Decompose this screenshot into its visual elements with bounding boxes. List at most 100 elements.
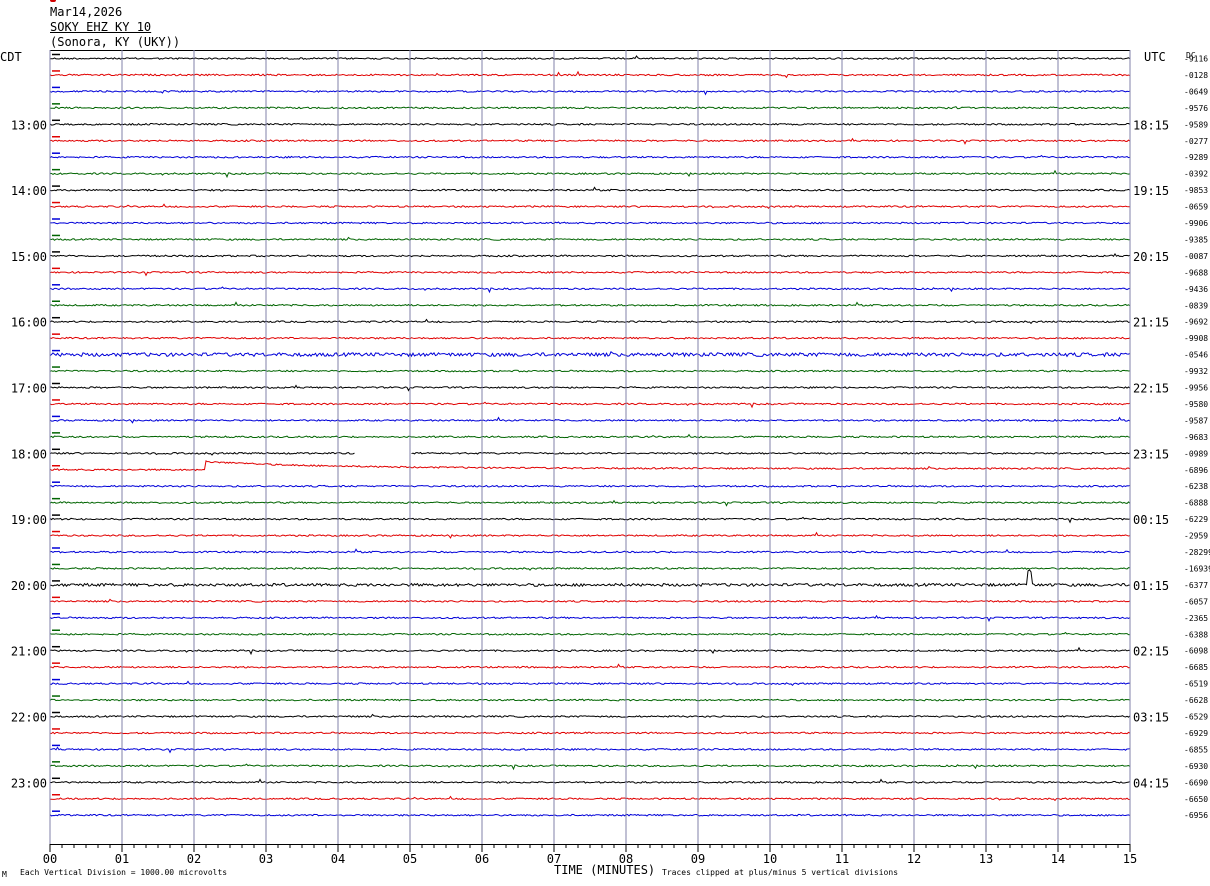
dc-offset-label: -9580 [1184, 400, 1208, 409]
dc-offset-label: -0659 [1184, 203, 1208, 212]
trace-line [49, 137, 1131, 145]
trace-line [49, 531, 1131, 539]
dc-offset-label: -6628 [1184, 696, 1208, 705]
dc-offset-label: -6238 [1184, 482, 1208, 491]
dc-offset-label: -16939 [1184, 564, 1210, 573]
dc-offset-label: -6229 [1184, 515, 1208, 524]
dc-offset-label: -0392 [1184, 170, 1208, 179]
x-tick-label: 03 [259, 852, 273, 866]
cdt-hour-label: 14:00 [11, 184, 47, 198]
dc-offset-label: -6690 [1184, 778, 1208, 787]
seismogram-plot: -9116 -0128 -0649 -9576 -9589 -0277 -9289 -0392… [11, 50, 1210, 866]
trace-line [49, 384, 1131, 392]
trace-line [49, 236, 1131, 241]
cdt-hour-label: 19:00 [11, 513, 47, 527]
trace-line [49, 631, 1131, 636]
dc-offset-label: -9906 [1184, 219, 1208, 228]
trace-line [49, 569, 1131, 588]
trace-line [49, 55, 1131, 60]
dc-offset-label: -6650 [1184, 795, 1208, 804]
dc-offset-label: -0128 [1184, 71, 1208, 80]
dc-offset-label: -9289 [1184, 153, 1208, 162]
trace-line [49, 813, 1131, 817]
dc-offset-label: -9116 [1184, 55, 1208, 64]
dc-offset-label: -0277 [1184, 137, 1208, 146]
utc-hour-label: 20:15 [1133, 250, 1169, 264]
cdt-hour-label: 15:00 [11, 250, 47, 264]
x-tick-label: 00 [43, 852, 57, 866]
cdt-hour-label: 16:00 [11, 316, 47, 330]
scale-note: Each Vertical Division = 1000.00 microvo… [20, 868, 228, 877]
dc-offset-label: -6519 [1184, 680, 1208, 689]
utc-hour-label: 02:15 [1133, 645, 1169, 659]
trace-line [49, 301, 1131, 307]
trace-line [49, 286, 1131, 294]
utc-hour-label: 04:15 [1133, 776, 1169, 790]
utc-hour-label: 00:15 [1133, 513, 1169, 527]
x-tick-label: 15 [1123, 852, 1137, 866]
dc-offset-label: -0546 [1184, 351, 1208, 360]
trace-line [49, 70, 1131, 79]
dc-offset-label: -6098 [1184, 647, 1208, 656]
x-tick-label: 11 [835, 852, 849, 866]
utc-hour-label: 18:15 [1133, 118, 1169, 132]
dc-offset-label: -2959 [1184, 532, 1208, 541]
trace-line [49, 169, 1131, 179]
x-tick-label: 10 [763, 852, 777, 866]
trace-line [49, 416, 1131, 424]
trace-line [49, 680, 1131, 687]
dc-offset-label: -9692 [1184, 318, 1208, 327]
utc-hour-label: 23:15 [1133, 447, 1169, 461]
dc-offset-label: -6057 [1184, 597, 1208, 606]
cdt-hour-label: 17:00 [11, 382, 47, 396]
cdt-hour-label: 13:00 [11, 118, 47, 132]
trace-line [49, 401, 1131, 409]
dc-offset-label: -9932 [1184, 367, 1208, 376]
dc-offset-label: -0649 [1184, 87, 1208, 96]
utc-hour-label: 21:15 [1133, 316, 1169, 330]
trace-line [49, 221, 1131, 225]
dc-offset-label: -6855 [1184, 745, 1208, 754]
dc-offset-label: -9956 [1184, 384, 1208, 393]
trace-line [49, 336, 1131, 340]
trace-line [49, 731, 1131, 735]
dc-offset-label: -6929 [1184, 729, 1208, 738]
dc-offset-label: -9587 [1184, 416, 1208, 425]
dc-offset-label: -9436 [1184, 285, 1208, 294]
trace-line [49, 499, 1131, 507]
dc-offset-label: -28299 [1184, 548, 1210, 557]
trace-line [49, 746, 1131, 754]
trace-line [49, 663, 1131, 669]
trace-line [49, 778, 1131, 784]
dc-offset-label: -6377 [1184, 581, 1208, 590]
x-tick-label: 13 [979, 852, 993, 866]
trace-line [49, 89, 1131, 96]
clip-note: Traces clipped at plus/minus 5 vertical … [662, 868, 899, 877]
trace-line [49, 106, 1131, 110]
dc-offset-label: -0839 [1184, 301, 1208, 310]
x-tick-label: 12 [907, 852, 921, 866]
trace-line [49, 203, 1131, 209]
dc-offset-label: -0087 [1184, 252, 1208, 261]
trace-line [49, 713, 1131, 718]
x-tick-label: 04 [331, 852, 345, 866]
logo-glyph: M [2, 870, 7, 879]
dc-offset-label: -6388 [1184, 630, 1208, 639]
trace-line [49, 548, 1131, 554]
trace-line [49, 614, 1131, 622]
dc-offset-label: -6888 [1184, 499, 1208, 508]
trace-line [49, 460, 1131, 472]
dc-offset-label: -9908 [1184, 334, 1208, 343]
trace-line [49, 598, 1131, 603]
x-tick-label: 14 [1051, 852, 1065, 866]
trace-line [49, 369, 1131, 373]
dc-offset-label: -2365 [1184, 614, 1208, 623]
cdt-hour-label: 21:00 [11, 645, 47, 659]
trace-line [49, 484, 1131, 488]
dc-offset-label: -9853 [1184, 186, 1208, 195]
trace-line [49, 350, 1131, 358]
x-tick-label: 09 [691, 852, 705, 866]
trace-line [49, 270, 1131, 277]
cdt-hour-label: 22:00 [11, 711, 47, 725]
utc-hour-label: 01:15 [1133, 579, 1169, 593]
